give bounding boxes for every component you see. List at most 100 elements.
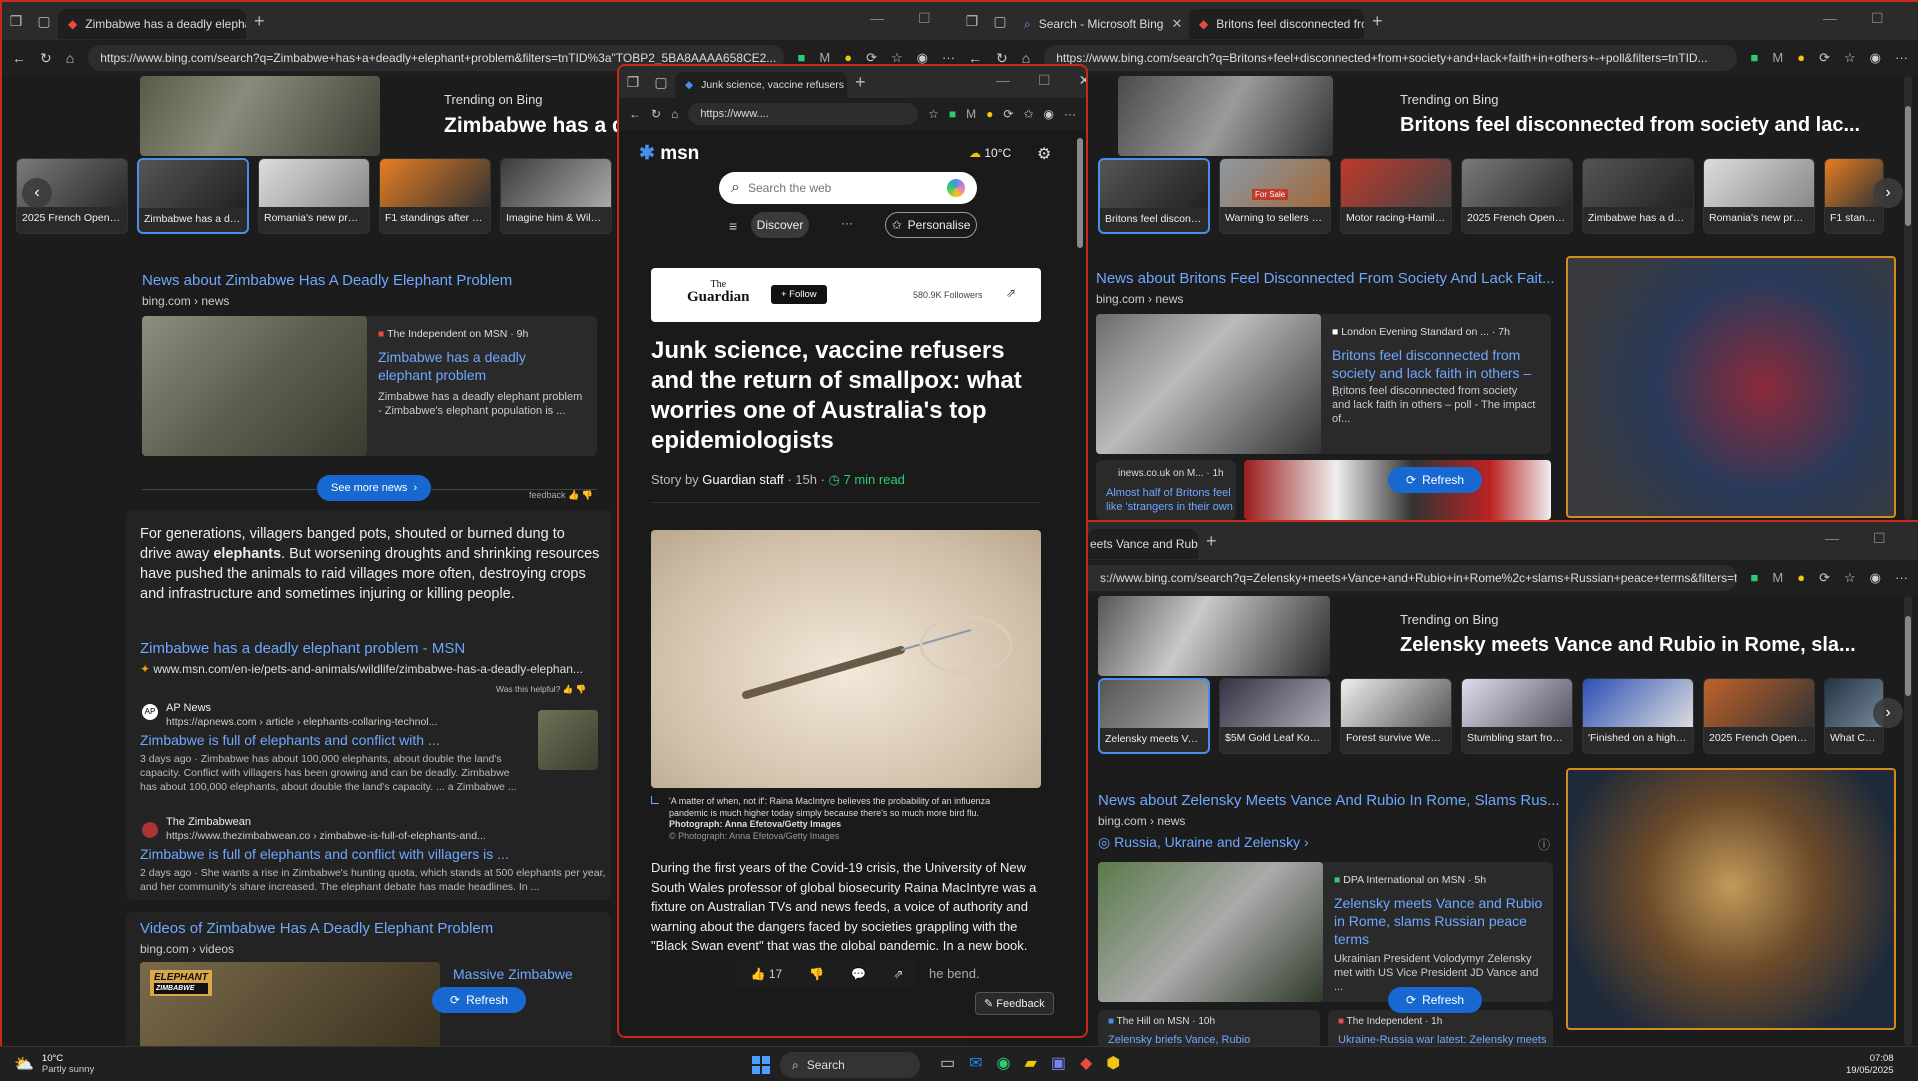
news-heading[interactable]: News about Zelensky Meets Vance And Rubi… — [1098, 792, 1560, 809]
edge-icon[interactable]: ◉ — [997, 1053, 1011, 1073]
url-field[interactable]: https://www.bing.com/search?q=Britons+fe… — [1044, 45, 1737, 71]
teams-icon[interactable]: ▣ — [1051, 1053, 1066, 1073]
carousel-next-icon[interactable]: › — [1873, 178, 1903, 208]
feedback-button[interactable]: ✎ Feedback — [975, 992, 1054, 1015]
close-window-icon[interactable]: ✕ — [1079, 72, 1086, 89]
extension-icon[interactable]: ● — [986, 107, 993, 121]
carousel-card[interactable]: 'Finished on a high': M... — [1582, 678, 1694, 754]
extension-icon[interactable]: ⟳ — [1003, 107, 1013, 121]
tab-britons[interactable]: ◆ Britons feel disconnected from so ✕ — [1189, 9, 1364, 39]
refresh-button[interactable]: ⟳ Refresh — [1388, 987, 1483, 1013]
video-thumbnail[interactable]: ELEPHANT ZIMBABWE — [140, 962, 440, 1046]
search-input[interactable] — [747, 181, 939, 195]
share-icon[interactable]: ⇗ — [1006, 286, 1016, 300]
follow-button[interactable]: + Follow — [771, 285, 827, 304]
carousel-card[interactable]: Forest survive West H... — [1340, 678, 1452, 754]
extension-m-icon[interactable]: M — [1772, 570, 1783, 586]
refresh-button[interactable]: ⟳ Refresh — [1388, 467, 1483, 493]
carousel-card[interactable]: Imagine him & Wilson: — [500, 158, 612, 234]
more-icon[interactable]: ··· — [1895, 570, 1908, 586]
tab-msn-article[interactable]: ◆ Junk science, vaccine refusers and ✕ — [675, 72, 847, 98]
maximize-icon[interactable]: ☐ — [1873, 530, 1886, 547]
close-tab-icon[interactable]: ✕ — [1171, 16, 1182, 32]
videos-heading[interactable]: Videos of Zimbabwe Has A Deadly Elephant… — [140, 920, 493, 937]
carousel-card[interactable]: Romania's new presid... — [1703, 158, 1815, 234]
extension-m-icon[interactable]: M — [1772, 50, 1783, 66]
trending-title[interactable]: Zelensky meets Vance and Rubio in Rome, … — [1400, 634, 1856, 657]
topic-link[interactable]: ◎ Russia, Ukraine and Zelensky › — [1098, 834, 1309, 851]
carousel-card[interactable]: $5M Gold Leaf Koenig... — [1219, 678, 1331, 754]
comment-icon[interactable]: 💬 — [851, 967, 866, 981]
carousel-next-icon[interactable]: › — [1873, 698, 1903, 728]
clock[interactable]: 07:08 19/05/2025 — [1846, 1053, 1894, 1077]
weather-widget[interactable]: ⛅ 10°C Partly sunny — [14, 1053, 94, 1075]
small-card-title[interactable]: Almost half of Britons feel like 'strang… — [1106, 486, 1234, 514]
scrollbar[interactable] — [1904, 76, 1912, 520]
url-field[interactable]: https://www.... — [688, 103, 919, 125]
news-heading[interactable]: News about Britons Feel Disconnected Fro… — [1096, 270, 1555, 287]
carousel-card[interactable]: Stumbling start from ... — [1461, 678, 1573, 754]
news-card[interactable]: ■ London Evening Standard on ... · 7h Br… — [1096, 314, 1551, 454]
maximize-icon[interactable]: ☐ — [1871, 10, 1884, 27]
personalise-button[interactable]: ✩ Personalise — [885, 212, 977, 238]
news-card[interactable]: ■ The Independent on MSN · 9h Zimbabwe h… — [142, 316, 597, 456]
feedback-link[interactable]: feedback 👍 👎 — [529, 490, 593, 501]
back-icon[interactable]: ← — [629, 107, 641, 121]
news-small-card[interactable]: ■ The Independent · 1h Ukraine-Russia wa… — [1328, 1010, 1553, 1046]
tab-actions-icon[interactable]: ▢ — [647, 68, 675, 96]
minimize-icon[interactable]: — — [1825, 530, 1839, 547]
news-small-card[interactable]: ■ The Hill on MSN · 10h Zelensky briefs … — [1098, 1010, 1320, 1046]
tab-actions-icon[interactable]: ▢ — [986, 7, 1014, 35]
new-tab-button[interactable]: + — [254, 11, 265, 32]
carousel-card[interactable]: Zimbabwe has a dead... — [1582, 158, 1694, 234]
collections-icon[interactable]: ✩ — [1023, 107, 1033, 121]
settings-icon[interactable]: ⚙ — [1037, 144, 1051, 164]
minimize-icon[interactable]: — — [1823, 10, 1837, 27]
home-icon[interactable]: ⌂ — [671, 107, 678, 121]
tab-actions-icon[interactable]: ▢ — [30, 7, 58, 35]
more-icon[interactable]: ··· — [1064, 107, 1076, 121]
scrollbar[interactable] — [1076, 138, 1084, 1018]
discover-tab[interactable]: Discover — [751, 212, 809, 238]
url-field[interactable]: s://www.bing.com/search?q=Zelensky+meets… — [1088, 565, 1737, 591]
profile-icon[interactable]: ◉ — [1870, 570, 1881, 586]
extension-icon[interactable]: ■ — [949, 107, 956, 121]
workspaces-icon[interactable]: ❐ — [2, 7, 30, 35]
minimize-icon[interactable]: — — [870, 10, 884, 27]
news-small-card[interactable]: inews.co.uk on M... · 1h Almost half of … — [1096, 460, 1236, 520]
carousel-card[interactable]: Britons feel disconnec... — [1098, 158, 1210, 234]
scrollbar[interactable] — [1904, 596, 1912, 1046]
answer-link[interactable]: Zimbabwe has a deadly elephant problem -… — [140, 640, 465, 657]
extension-icon[interactable]: ■ — [1751, 50, 1759, 66]
carousel-card[interactable]: Zimbabwe has a dead... — [137, 158, 249, 234]
scrollbar-thumb[interactable] — [1905, 616, 1911, 696]
tab-zimbabwe[interactable]: ◆ Zimbabwe has a deadly elephant ✕ — [58, 9, 246, 39]
helpful-prompt[interactable]: Was this helpful? 👍 👎 — [496, 684, 586, 695]
news-heading[interactable]: News about Zimbabwe Has A Deadly Elephan… — [142, 272, 512, 289]
outlook-icon[interactable]: ✉ — [969, 1053, 982, 1073]
tab-bing-search[interactable]: ⌕ Search - Microsoft Bing ✕ — [1014, 9, 1189, 39]
maximize-icon[interactable]: ☐ — [918, 10, 931, 27]
workspaces-icon[interactable]: ❐ — [619, 68, 647, 96]
extension-icon[interactable]: ⟳ — [1819, 570, 1830, 586]
menu-icon[interactable]: ≡ — [729, 218, 737, 234]
weather-widget[interactable]: ☁ 10°C — [969, 146, 1011, 160]
app-icon[interactable]: ◆ — [1080, 1053, 1092, 1073]
tab-zelensky[interactable]: eets Vance and Rubio ✕ — [1088, 529, 1198, 559]
small-card-title[interactable]: Zelensky briefs Vance, Rubio — [1108, 1034, 1250, 1046]
profile-icon[interactable]: ◉ — [1870, 50, 1881, 66]
news-card-title[interactable]: Zimbabwe has a deadly elephant problem — [378, 348, 583, 384]
extension-icon[interactable]: ● — [1797, 570, 1805, 586]
refresh-icon[interactable]: ↻ — [651, 107, 661, 121]
back-icon[interactable]: ← — [12, 50, 26, 66]
msn-logo[interactable]: ✱ msn — [639, 142, 699, 165]
result-title[interactable]: Zimbabwe is full of elephants and confli… — [140, 846, 509, 862]
refresh-icon[interactable]: ↻ — [40, 50, 52, 67]
extension-icon[interactable]: ● — [1797, 50, 1805, 66]
extension-icon[interactable]: ⟳ — [1819, 50, 1830, 66]
video-title[interactable]: Massive Zimbabwe — [453, 966, 573, 982]
workspaces-icon[interactable]: ❐ — [958, 7, 986, 35]
news-card-title[interactable]: Zelensky meets Vance and Rubio in Rome, … — [1334, 894, 1544, 948]
news-card[interactable]: ■ DPA International on MSN · 5h Zelensky… — [1098, 862, 1553, 1002]
result-title[interactable]: Zimbabwe is full of elephants and confli… — [140, 732, 440, 748]
